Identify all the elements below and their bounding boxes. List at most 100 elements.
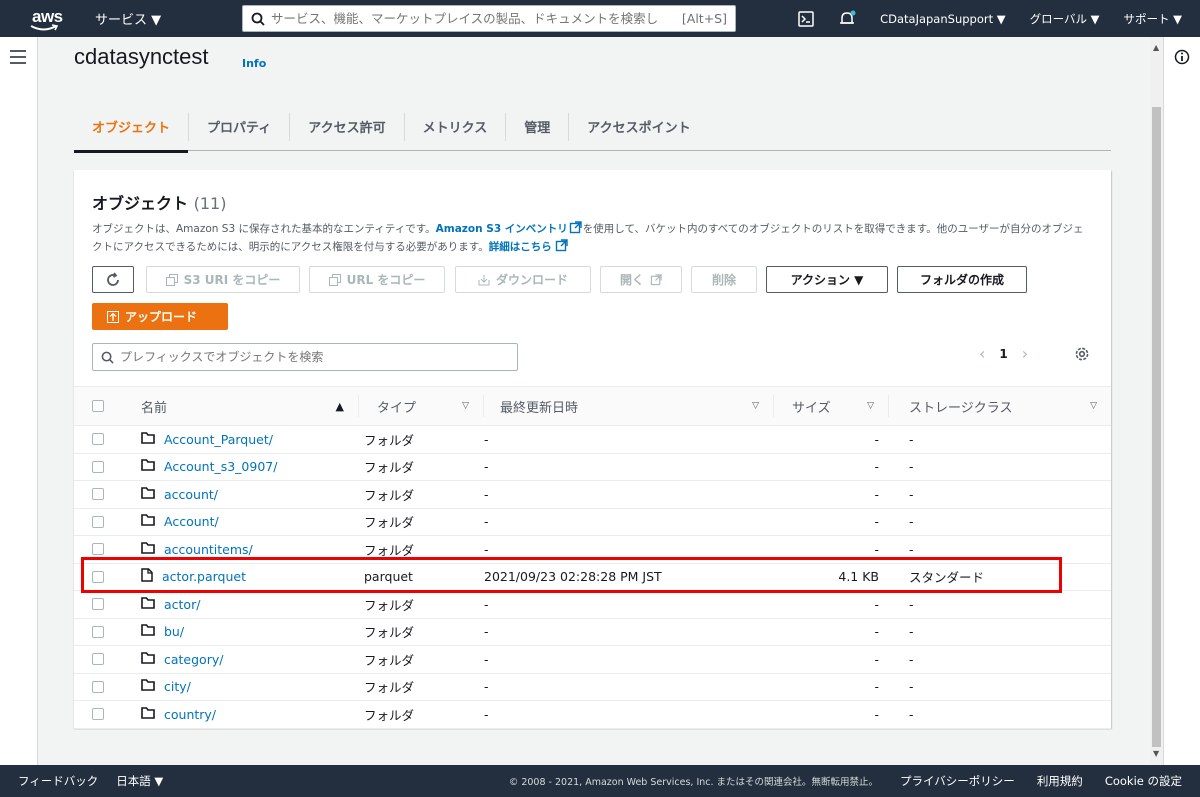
privacy-policy-link[interactable]: プライバシーポリシー [900, 773, 1015, 789]
copy-s3-uri-button[interactable]: S3 URI をコピー [146, 266, 300, 293]
objects-panel: オブジェクト (11) オブジェクトは、Amazon S3 に保存された基本的な… [74, 170, 1111, 729]
hamburger-menu-icon[interactable] [10, 50, 26, 68]
actions-dropdown[interactable]: アクション ▼ [766, 266, 888, 293]
column-header-name[interactable]: 名前 ▲ [141, 395, 359, 417]
row-checkbox[interactable] [92, 460, 104, 473]
global-search[interactable]: [Alt+S] [242, 5, 736, 32]
notifications-button[interactable] [826, 10, 868, 28]
refresh-icon [107, 271, 119, 286]
object-storage-class: - [909, 431, 914, 447]
object-storage-class: - [909, 596, 914, 612]
row-checkbox[interactable] [92, 680, 104, 693]
region-menu[interactable]: グローバル ▼ [1018, 11, 1112, 27]
table-row[interactable]: bu/フォルダ - - - [74, 619, 1111, 646]
column-header-storage-class[interactable]: ストレージクラス ▽ [889, 395, 1111, 417]
upload-button[interactable]: アップロード [92, 303, 228, 330]
tab-management[interactable]: 管理 [506, 112, 570, 141]
row-checkbox[interactable] [92, 598, 104, 611]
object-name-link[interactable]: country/ [164, 707, 216, 722]
tab-properties[interactable]: プロパティ [189, 112, 291, 141]
objects-heading: オブジェクト (11) [92, 194, 227, 213]
row-checkbox[interactable] [92, 708, 104, 721]
table-row[interactable]: account/フォルダ - - - [74, 481, 1111, 509]
tab-access-points[interactable]: アクセスポイント [569, 113, 708, 141]
table-row[interactable]: Account_Parquet/フォルダ - - - [74, 426, 1111, 454]
scrollbar-thumb[interactable] [1152, 107, 1161, 747]
table-row[interactable]: actor/フォルダ - - - [74, 591, 1111, 619]
support-menu[interactable]: サポート ▼ [1112, 11, 1200, 27]
object-type: フォルダ [364, 597, 415, 613]
tab-objects[interactable]: オブジェクト [74, 112, 190, 153]
object-last-modified: - [484, 514, 489, 530]
table-row[interactable]: city/フォルダ - - - [74, 674, 1111, 701]
object-size: - [874, 541, 879, 557]
cookie-preferences-link[interactable]: Cookie の設定 [1105, 773, 1182, 789]
tab-permissions[interactable]: アクセス許可 [290, 112, 405, 141]
s3-inventory-link[interactable]: Amazon S3 インベントリ [436, 223, 568, 235]
row-checkbox[interactable] [92, 515, 104, 528]
copy-url-button[interactable]: URL をコピー [309, 266, 445, 293]
account-menu[interactable]: CDataJapanSupport ▼ [868, 12, 1018, 26]
row-checkbox[interactable] [92, 653, 104, 666]
row-checkbox[interactable] [92, 433, 104, 446]
table-row[interactable]: Account/フォルダ - - - [74, 509, 1111, 536]
column-header-size[interactable]: サイズ ▽ [774, 395, 889, 417]
scroll-up-arrow-icon[interactable]: ▲ [1153, 43, 1159, 52]
object-type: フォルダ [364, 515, 415, 531]
table-row[interactable]: Account_s3_0907/フォルダ - - - [74, 454, 1111, 481]
column-header-type[interactable]: タイプ ▽ [359, 395, 484, 417]
open-button[interactable]: 開く [600, 266, 682, 293]
row-checkbox[interactable] [92, 543, 104, 556]
scroll-down-arrow-icon[interactable]: ▼ [1153, 749, 1159, 758]
cloudshell-button[interactable] [786, 10, 826, 27]
feedback-link[interactable]: フィードバック [18, 773, 98, 789]
table-row[interactable]: actor.parquet parquet 2021/09/23 02:28:28 … [74, 564, 1111, 591]
terms-link[interactable]: 利用規約 [1037, 773, 1083, 789]
object-name-link[interactable]: Account/ [164, 514, 219, 529]
object-size: - [874, 624, 879, 640]
object-name-link[interactable]: Account_s3_0907/ [164, 459, 277, 474]
services-menu[interactable]: サービス ▼ [95, 9, 245, 28]
object-name-link[interactable]: account/ [164, 487, 218, 502]
object-size: - [874, 706, 879, 722]
tab-metrics[interactable]: メトリクス [405, 112, 507, 141]
info-circle-icon[interactable] [1174, 49, 1190, 65]
object-name-link[interactable]: bu/ [164, 624, 184, 639]
previous-page-icon[interactable]: ‹ [979, 344, 985, 363]
object-name-link[interactable]: actor/ [164, 597, 200, 612]
language-selector[interactable]: 日本語 ▼ [116, 773, 163, 789]
info-link[interactable]: Info [242, 57, 266, 70]
current-page-number[interactable]: 1 [999, 347, 1007, 361]
object-name-link[interactable]: accountitems/ [164, 542, 253, 557]
object-name-link[interactable]: actor.parquet [162, 569, 246, 584]
folder-icon [141, 541, 155, 554]
prefix-search-field[interactable] [92, 343, 518, 371]
column-header-last-modified[interactable]: 最終更新日時 ▽ [484, 395, 774, 417]
table-row[interactable]: country/フォルダ - - - [74, 701, 1111, 729]
row-checkbox[interactable] [92, 570, 104, 583]
row-checkbox[interactable] [92, 625, 104, 638]
folder-icon [141, 486, 155, 499]
table-row[interactable]: category/フォルダ - - - [74, 646, 1111, 674]
next-page-icon[interactable]: › [1022, 344, 1028, 363]
upload-icon [107, 310, 119, 323]
prefix-search-input[interactable] [120, 350, 509, 364]
delete-button[interactable]: 削除 [691, 266, 757, 293]
page-scrollbar[interactable]: ▲ ▼ [1150, 37, 1163, 765]
row-checkbox[interactable] [92, 488, 104, 501]
gear-icon[interactable] [1074, 346, 1090, 362]
download-button[interactable]: ダウンロード [455, 266, 591, 293]
help-panel-rail [1163, 37, 1200, 765]
object-name-link[interactable]: Account_Parquet/ [164, 432, 273, 447]
learn-more-link[interactable]: 詳細はこちら [489, 241, 552, 253]
global-search-input[interactable] [271, 11, 682, 26]
copy-icon [328, 273, 341, 286]
object-name-link[interactable]: city/ [164, 679, 191, 694]
table-row[interactable]: accountitems/フォルダ - - - [74, 536, 1111, 564]
aws-logo[interactable]: aws [22, 4, 80, 34]
select-all-checkbox[interactable] [92, 400, 104, 412]
object-name-link[interactable]: category/ [164, 652, 223, 667]
create-folder-button[interactable]: フォルダの作成 [897, 266, 1027, 293]
refresh-button[interactable] [92, 266, 134, 293]
object-size: - [874, 486, 879, 502]
